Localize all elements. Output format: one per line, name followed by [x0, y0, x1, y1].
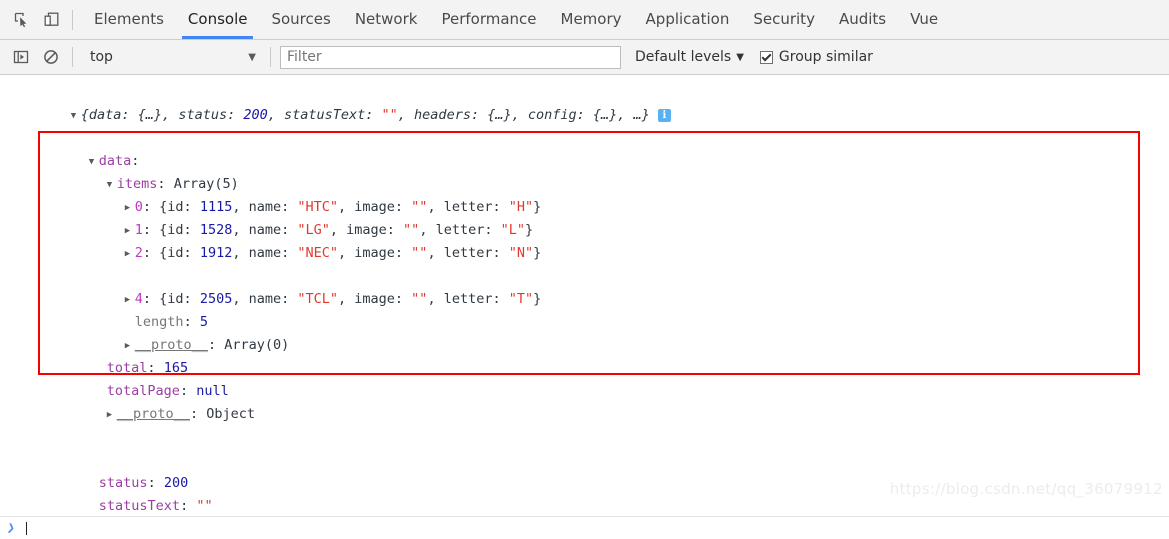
data-key: data	[98, 153, 132, 169]
clear-console-icon[interactable]	[36, 42, 66, 72]
disclosure-triangle-closed-icon[interactable]: ▶	[125, 335, 135, 358]
total-value: 165	[163, 360, 189, 376]
item-image: ""	[403, 222, 420, 238]
array-proto-value: Array(0)	[224, 337, 290, 353]
watermark: https://blog.csdn.net/qq_36079912	[889, 480, 1163, 498]
item-name: "LG"	[297, 222, 330, 238]
item-id: 1115	[199, 199, 233, 215]
console-prompt-row[interactable]: ❯	[0, 516, 1169, 539]
item-name: "TCL"	[297, 291, 339, 307]
statustext-value: ""	[196, 498, 213, 514]
execution-context-select[interactable]: top ▼	[82, 46, 264, 68]
total-key: total	[106, 360, 148, 376]
devtools-panel: Elements Console Sources Network Perform…	[0, 0, 1169, 539]
tab-network[interactable]: Network	[343, 0, 430, 39]
item-id: 1528	[199, 222, 233, 238]
chevron-down-icon: ▼	[248, 51, 256, 63]
disclosure-triangle-open-icon[interactable]: ▼	[107, 174, 117, 197]
item-index: 1	[134, 222, 143, 238]
console-row-request[interactable]: ▶request: XMLHttpRequest {onreadystatech…	[0, 426, 1169, 449]
console-row-status: status: 200	[98, 475, 189, 491]
devtools-tabbar: Elements Console Sources Network Perform…	[0, 0, 1169, 40]
status-key: status	[98, 475, 148, 491]
tab-vue[interactable]: Vue	[898, 0, 950, 39]
tab-sources[interactable]: Sources	[259, 0, 342, 39]
console-output[interactable]: ▼ {data: {…}, status: 200, statusText: ""…	[0, 75, 1169, 516]
tab-audits[interactable]: Audits	[827, 0, 898, 39]
totalpage-value: null	[196, 383, 229, 399]
filterbar-divider-2	[270, 47, 271, 67]
length-key: length	[134, 314, 184, 330]
item-name: "HTC"	[297, 199, 339, 215]
disclosure-triangle-closed-icon[interactable]: ▶	[125, 197, 135, 220]
data-proto-key: __proto__	[116, 406, 190, 422]
info-badge-icon[interactable]: i	[657, 109, 671, 122]
item-id: 2505	[199, 291, 233, 307]
item-image: ""	[411, 291, 428, 307]
items-key: items	[116, 176, 158, 192]
console-filterbar: top ▼ Default levels ▼ Group similar	[0, 40, 1169, 75]
item-letter: "H"	[508, 199, 534, 215]
item-index: 0	[134, 199, 143, 215]
inspect-element-icon[interactable]	[6, 5, 36, 35]
disclosure-triangle-closed-icon[interactable]: ▶	[107, 404, 117, 427]
log-levels-label: Default levels	[635, 49, 732, 65]
disclosure-triangle-open-icon[interactable]: ▼	[89, 151, 99, 174]
item-letter: "T"	[508, 291, 534, 307]
item-letter: "L"	[500, 222, 525, 238]
items-type: Array(5)	[173, 176, 239, 192]
execution-context-value: top	[90, 49, 113, 65]
log-levels-dropdown[interactable]: Default levels ▼	[635, 49, 744, 65]
totalpage-key: totalPage	[106, 383, 180, 399]
disclosure-triangle-closed-icon[interactable]: ▶	[125, 220, 135, 243]
prompt-text-caret[interactable]	[25, 521, 27, 535]
filter-input[interactable]	[280, 45, 621, 69]
console-row-data[interactable]: ▼ data:	[0, 127, 1169, 169]
prompt-chevron-icon: ❯	[5, 519, 17, 537]
disclosure-triangle-closed-icon[interactable]: ▶	[125, 289, 135, 312]
item-index: 2	[134, 245, 143, 261]
item-image: ""	[411, 199, 428, 215]
group-similar-checkbox[interactable]	[759, 50, 773, 64]
tab-security[interactable]: Security	[741, 0, 827, 39]
status-value: 200	[163, 475, 189, 491]
console-row-item-4[interactable]: ▶ 4: {id: 2505, name: "TCL", image: "", l…	[0, 265, 1169, 307]
tab-elements[interactable]: Elements	[82, 0, 176, 39]
tab-console[interactable]: Console	[176, 0, 260, 39]
group-similar-toggle[interactable]: Group similar	[759, 49, 873, 65]
console-row-response-summary[interactable]: ▼ {data: {…}, status: 200, statusText: ""…	[0, 81, 1169, 123]
array-proto-key: __proto__	[134, 337, 208, 353]
length-value: 5	[199, 314, 208, 330]
disclosure-triangle-open-icon[interactable]: ▼	[71, 105, 81, 128]
device-toolbar-icon[interactable]	[36, 5, 66, 35]
data-proto-value: Object	[206, 406, 255, 422]
tab-performance[interactable]: Performance	[429, 0, 548, 39]
filterbar-divider-1	[72, 47, 73, 67]
statustext-key: statusText	[98, 498, 181, 514]
toolbar-divider	[72, 9, 73, 30]
disclosure-triangle-closed-icon[interactable]: ▶	[125, 243, 135, 266]
chevron-down-icon: ▼	[736, 51, 744, 63]
item-name: "NEC"	[297, 245, 339, 261]
item-index: 4	[134, 291, 143, 307]
console-row-items[interactable]: ▼ items: Array(5)	[0, 150, 1169, 192]
tab-application[interactable]: Application	[634, 0, 742, 39]
tab-memory[interactable]: Memory	[549, 0, 634, 39]
item-id: 1912	[199, 245, 233, 261]
console-sidebar-toggle-icon[interactable]	[6, 42, 36, 72]
group-similar-label: Group similar	[778, 49, 873, 65]
